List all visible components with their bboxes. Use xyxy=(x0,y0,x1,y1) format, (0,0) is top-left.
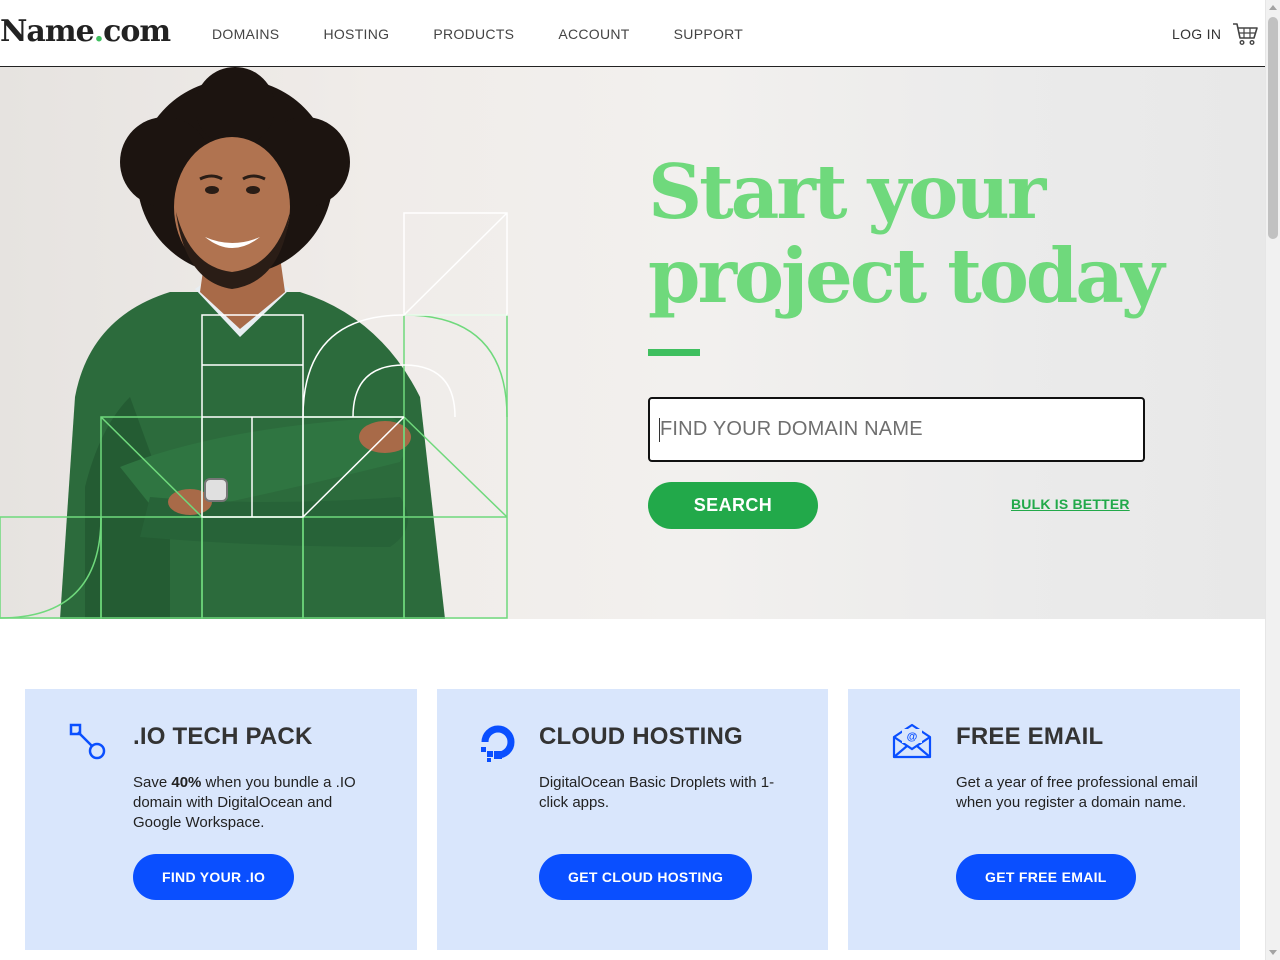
nav-domains[interactable]: DOMAINS xyxy=(212,26,279,42)
logo-main: Name xyxy=(0,14,95,49)
find-io-button[interactable]: FIND YOUR .IO xyxy=(133,854,295,900)
nav-support[interactable]: SUPPORT xyxy=(674,26,744,42)
free-email-card: @ FREE EMAIL Get a year of free professi… xyxy=(848,689,1240,950)
card-title: .IO TECH PACK xyxy=(133,723,313,750)
scroll-up-arrow-icon[interactable] xyxy=(1269,5,1277,10)
hero-banner: Start your project today SEARCH BULK IS … xyxy=(0,67,1265,619)
card-text-part: Save xyxy=(133,774,172,791)
headline-accent-bar xyxy=(648,349,700,356)
card-description: DigitalOcean Basic Droplets with 1-click… xyxy=(539,774,775,811)
hero-headline-line1: Start your xyxy=(648,148,1046,236)
logo[interactable]: Name.com xyxy=(0,14,171,49)
card-title: FREE EMAIL xyxy=(956,723,1104,750)
card-description: Save 40% when you bundle a .IO domain wi… xyxy=(133,773,383,833)
cloud-hosting-card: CLOUD HOSTING DigitalOcean Basic Droplet… xyxy=(437,689,828,950)
card-title: CLOUD HOSTING xyxy=(539,723,743,750)
hero-headline-line2: project today xyxy=(648,232,1165,320)
nav-account[interactable]: ACCOUNT xyxy=(558,26,629,42)
text-caret xyxy=(659,418,660,442)
svg-text:@: @ xyxy=(907,731,918,743)
domain-search-input[interactable] xyxy=(648,397,1145,462)
nav-hosting[interactable]: HOSTING xyxy=(323,26,389,42)
card-text-highlight: 40% xyxy=(171,774,202,791)
get-cloud-hosting-button[interactable]: GET CLOUD HOSTING xyxy=(539,854,753,900)
main-nav: DOMAINS HOSTING PRODUCTS ACCOUNT SUPPORT xyxy=(190,0,765,67)
search-button[interactable]: SEARCH xyxy=(648,482,818,529)
nav-products[interactable]: PRODUCTS xyxy=(433,26,514,42)
scroll-thumb[interactable] xyxy=(1268,17,1278,239)
hero-headline: Start your project today xyxy=(648,148,1165,320)
get-free-email-button[interactable]: GET FREE EMAIL xyxy=(956,854,1136,900)
hero-person-image xyxy=(0,67,508,619)
logo-dot: . xyxy=(93,14,105,49)
digitalocean-icon xyxy=(481,725,515,762)
login-link[interactable]: LOG IN xyxy=(1172,26,1221,42)
io-tech-pack-card: .IO TECH PACK Save 40% when you bundle a… xyxy=(25,689,417,950)
bulk-search-link[interactable]: BULK IS BETTER xyxy=(1011,496,1130,512)
cart-icon[interactable] xyxy=(1232,22,1258,46)
card-description: Get a year of free professional email wh… xyxy=(956,774,1198,811)
logo-tld: com xyxy=(103,14,171,49)
site-header: Name.com DOMAINS HOSTING PRODUCTS ACCOUN… xyxy=(0,0,1265,67)
key-icon xyxy=(69,723,106,760)
scroll-down-arrow-icon[interactable] xyxy=(1269,950,1277,955)
page-scrollbar[interactable] xyxy=(1265,0,1280,960)
email-icon: @ xyxy=(892,723,932,759)
